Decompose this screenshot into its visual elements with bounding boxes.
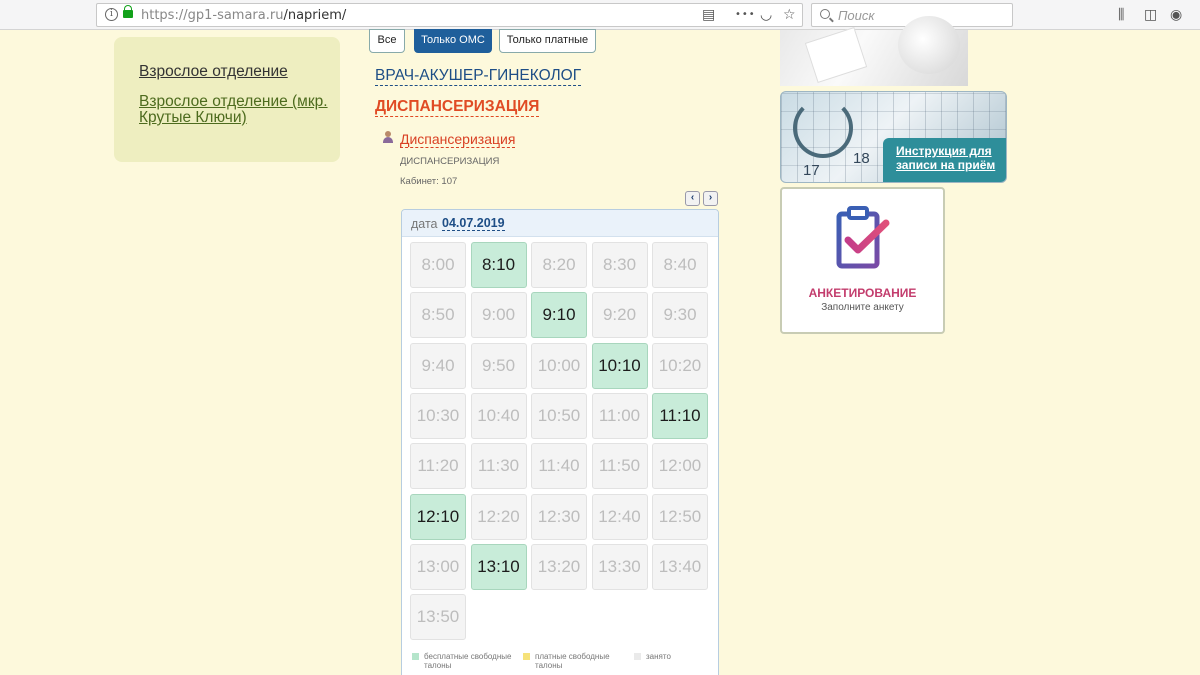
lock-icon[interactable] [123, 5, 133, 18]
paper-image [804, 26, 868, 84]
search-icon [820, 9, 830, 19]
time-slot: 12:40 [591, 493, 648, 540]
time-slot: 13:30 [591, 543, 648, 590]
service-subtitle: ДИСПАНСЕРИЗАЦИЯ [400, 156, 500, 167]
cabinet-number: Кабинет: 107 [400, 176, 458, 187]
finance-banner[interactable] [780, 16, 968, 86]
time-slot[interactable]: 10:10 [591, 342, 648, 389]
survey-subtitle: Заполните анкету [821, 302, 904, 313]
survey-title: АНКЕТИРОВАНИЕ [808, 286, 917, 300]
account-icon[interactable]: ◉ [1170, 5, 1182, 25]
time-slot: 11:30 [470, 443, 527, 490]
time-slot: 11:50 [591, 443, 648, 490]
time-slot: 9:30 [652, 292, 708, 339]
sidebar-item-adult-department-krutye-klyuchi[interactable]: Взрослое отделение (мкр. Крутые Ключи) [139, 94, 339, 126]
time-slot: 11:20 [410, 443, 466, 490]
instruction-link[interactable]: Инструкция для записи на приём [896, 144, 1006, 172]
time-slot: 12:20 [470, 493, 527, 540]
page-actions-icon[interactable]: ••• [735, 5, 756, 25]
info-icon[interactable]: i [105, 8, 118, 21]
time-slot: 13:00 [410, 543, 466, 590]
search-placeholder: Поиск [838, 8, 875, 23]
time-slot: 8:00 [410, 242, 466, 288]
schedule-date[interactable]: 04.07.2019 [442, 216, 505, 231]
calendar-day-17: 17 [803, 162, 820, 179]
time-slot: 10:50 [531, 392, 587, 439]
instruction-banner[interactable]: 17 18 Инструкция для записи на приём [780, 91, 1007, 183]
reader-view-icon[interactable]: ▤ [702, 5, 715, 25]
person-icon [383, 131, 393, 143]
time-slot: 13:50 [410, 594, 466, 641]
time-slot: 10:40 [470, 392, 527, 439]
time-slot: 12:00 [652, 443, 708, 490]
section-title[interactable]: ДИСПАНСЕРИЗАЦИЯ [375, 98, 540, 117]
time-slot: 8:40 [652, 242, 708, 288]
next-date-button[interactable]: › [703, 191, 718, 206]
time-slot[interactable]: 8:10 [470, 242, 527, 288]
legend-busy-label: занято [646, 652, 671, 661]
time-slot: 12:50 [652, 493, 708, 540]
time-slot: 8:50 [410, 292, 466, 339]
legend-free-swatch [412, 653, 419, 660]
time-slot: 11:40 [531, 443, 587, 490]
legend-free-label: бесплатные свободные талоны [424, 652, 512, 670]
sidebar-item-adult-department[interactable]: Взрослое отделение [139, 64, 339, 80]
time-slot: 12:30 [531, 493, 587, 540]
time-slot[interactable]: 9:10 [531, 292, 587, 339]
piggy-bank-image [898, 16, 960, 74]
date-label: дата [411, 217, 438, 231]
time-slot[interactable]: 13:10 [470, 543, 527, 590]
legend-paid-swatch [523, 653, 530, 660]
calendar-day-18: 18 [853, 150, 870, 167]
time-slot[interactable]: 12:10 [410, 493, 466, 540]
address-url[interactable]: https://gp1-samara.ru/napriem/ [141, 8, 346, 23]
time-slot: 9:00 [470, 292, 527, 339]
pocket-icon[interactable]: ◡ [760, 5, 772, 25]
instruction-label-box[interactable]: Инструкция для записи на приём [883, 138, 1006, 182]
browser-toolbar: i https://gp1-samara.ru/napriem/ ▤ ••• ◡… [0, 0, 1200, 30]
stethoscope-icon [793, 98, 853, 158]
time-slot: 11:00 [591, 392, 648, 439]
time-slot: 10:20 [652, 342, 708, 389]
library-icon[interactable]: ⫼ [1118, 5, 1124, 25]
filter-all-button[interactable]: Все [369, 29, 405, 53]
legend-busy-swatch [634, 653, 641, 660]
sidebar-toggle-icon[interactable]: ◫ [1144, 5, 1157, 25]
filter-paid-button[interactable]: Только платные [499, 29, 596, 53]
time-slot: 10:00 [531, 342, 587, 389]
schedule-header: дата 04.07.2019 [402, 210, 718, 237]
schedule-panel: дата 04.07.2019 8:00 8:10 8:20 8:30 8:40 8:50… [401, 209, 719, 675]
time-slot: 8:30 [591, 242, 648, 288]
time-slot: 10:30 [410, 392, 466, 439]
time-slot: 9:20 [591, 292, 648, 339]
time-slot: 13:40 [652, 543, 708, 590]
legend-paid-label: платные свободные талоны [535, 652, 610, 670]
department-sidebar: Взрослое отделение Взрослое отделение (м… [114, 37, 340, 162]
address-bar[interactable]: i https://gp1-samara.ru/napriem/ [96, 3, 803, 27]
time-slot[interactable]: 11:10 [652, 392, 708, 439]
doctor-specialty-link[interactable]: ВРАЧ-АКУШЕР-ГИНЕКОЛОГ [375, 67, 582, 86]
time-slot: 9:40 [410, 342, 466, 389]
bookmark-star-icon[interactable]: ☆ [783, 5, 796, 25]
time-slot: 13:20 [531, 543, 587, 590]
clipboard-check-icon [836, 206, 890, 269]
time-slot: 8:20 [531, 242, 587, 288]
filter-oms-button[interactable]: Только ОМС [414, 29, 492, 53]
prev-date-button[interactable]: ‹ [685, 191, 700, 206]
time-slot: 9:50 [470, 342, 527, 389]
survey-banner[interactable]: АНКЕТИРОВАНИЕ Заполните анкету [780, 187, 945, 334]
service-name-link[interactable]: Диспансеризация [400, 131, 516, 148]
